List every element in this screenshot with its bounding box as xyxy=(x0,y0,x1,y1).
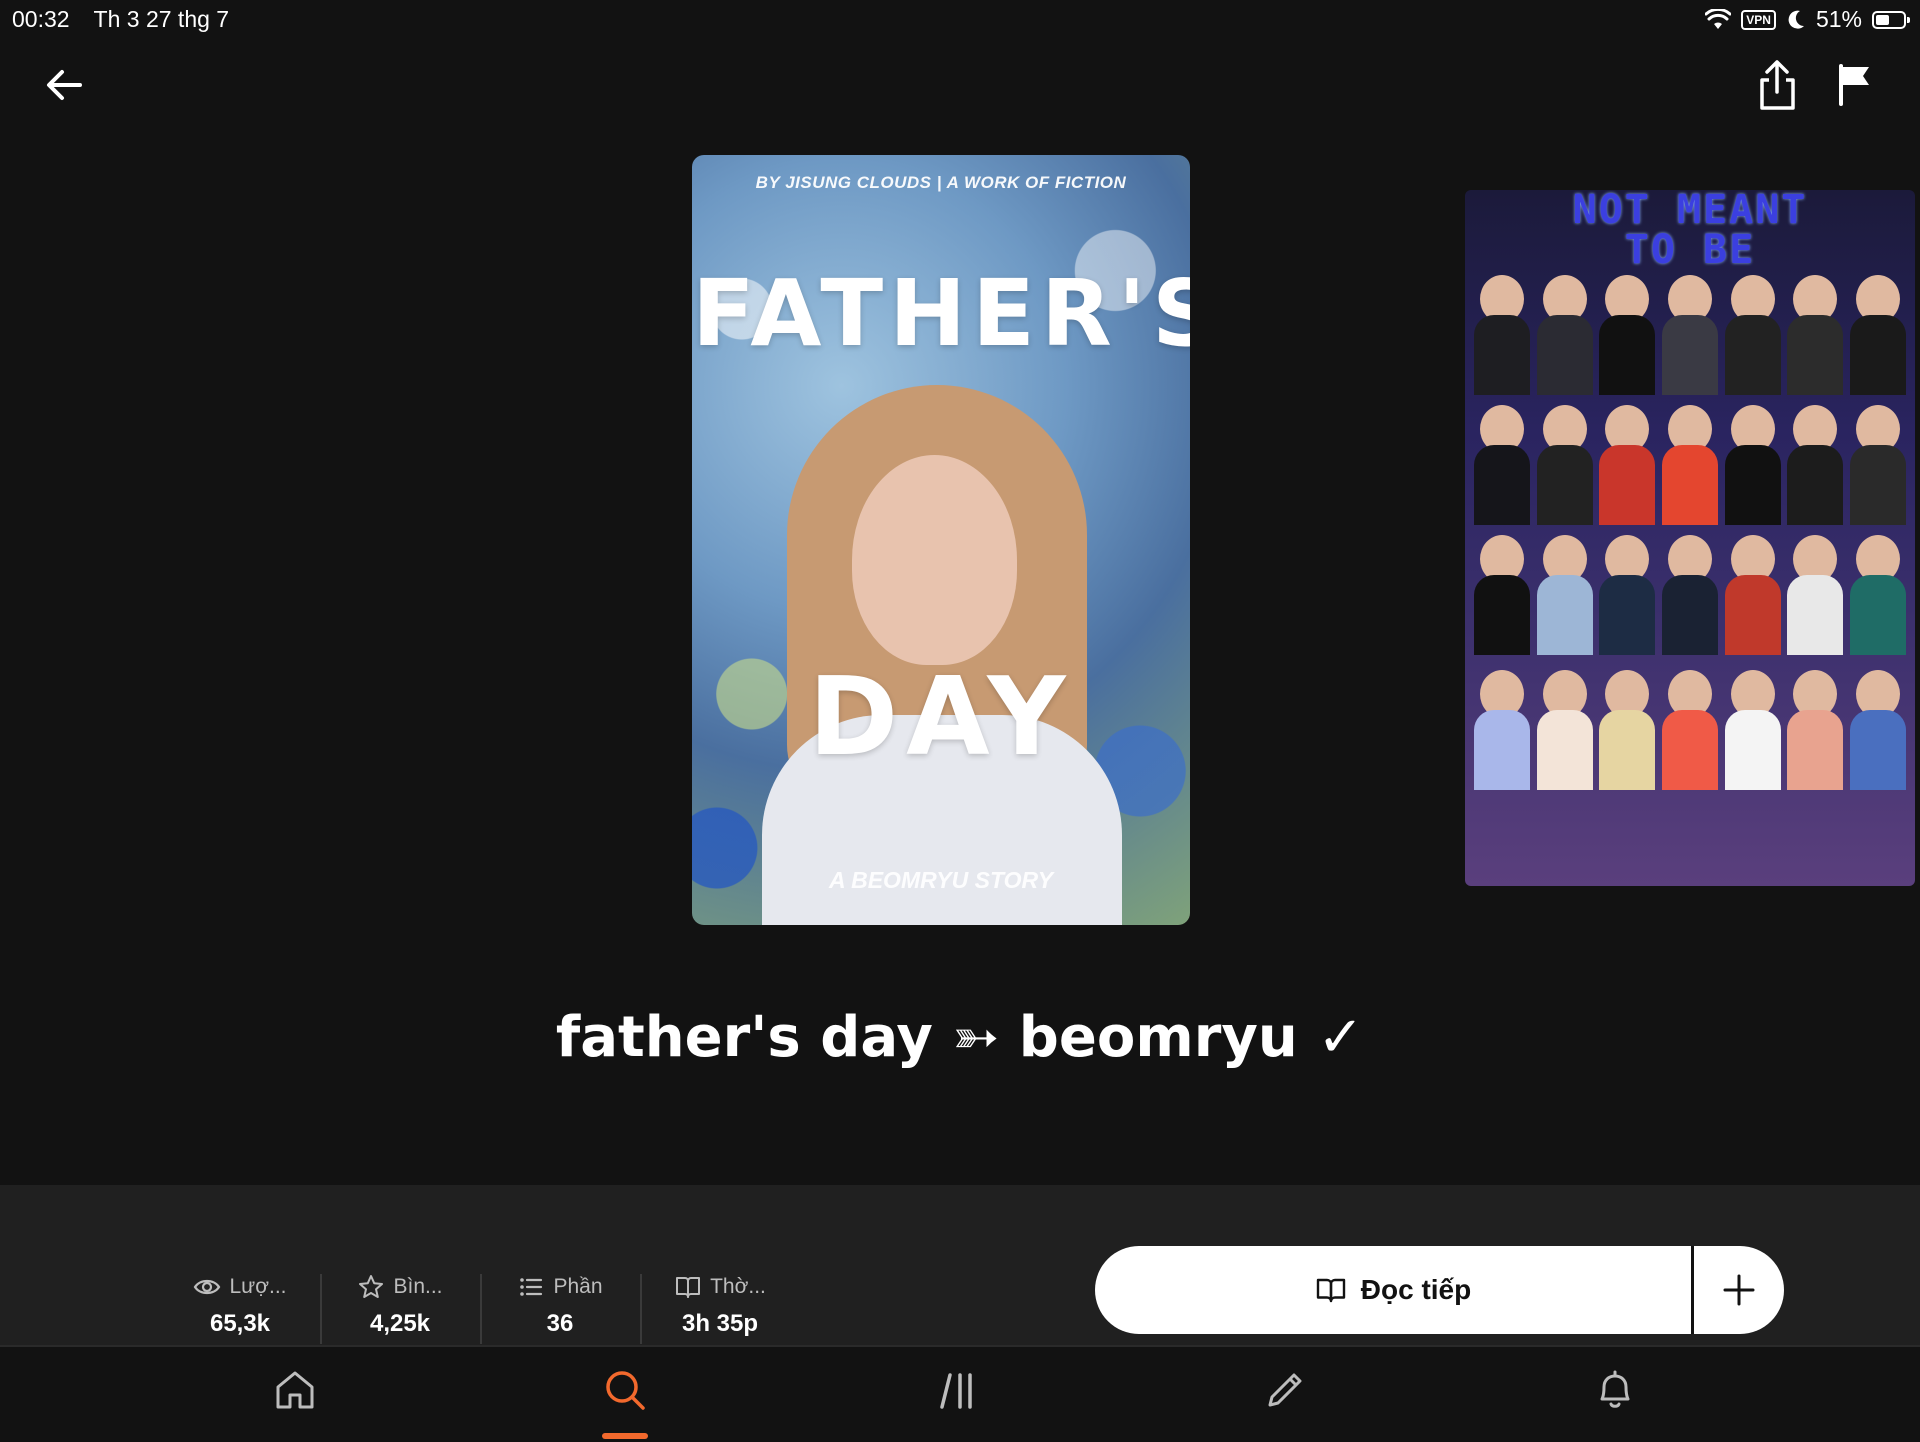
tab-home[interactable] xyxy=(265,1367,325,1422)
stat-parts-value: 36 xyxy=(546,1310,574,1337)
home-icon xyxy=(276,1371,314,1409)
story-cover[interactable]: BY JISUNG CLOUDS | A WORK OF FICTION FAT… xyxy=(692,155,1190,925)
bell-icon xyxy=(1600,1370,1630,1408)
tab-library[interactable] xyxy=(927,1367,987,1422)
stat-time-label-row: Thờ... xyxy=(650,1272,790,1302)
stat-votes-label-row: Bìn... xyxy=(330,1272,470,1302)
plus-icon xyxy=(1723,1274,1755,1306)
list-icon xyxy=(520,1278,543,1296)
flag-icon xyxy=(1839,64,1869,106)
share-icon xyxy=(1760,60,1795,110)
cover-footer: A BEOMRYU STORY xyxy=(828,867,1054,893)
next-story-cover[interactable]: NOT MEANT TO BE xyxy=(1465,190,1915,886)
status-bar: 00:32 Th 3 27 thg 7 VPN 51% xyxy=(0,0,1920,40)
stat-reading-time[interactable]: Thờ... 3h 35p xyxy=(650,1272,790,1338)
tab-write[interactable] xyxy=(1255,1367,1315,1422)
stat-votes[interactable]: Bìn... 4,25k xyxy=(330,1272,470,1338)
stat-votes-label: Bìn... xyxy=(393,1275,443,1298)
stat-reads-value: 65,3k xyxy=(209,1310,271,1337)
stat-reads-label-row: Lượ... xyxy=(170,1272,310,1302)
status-right: VPN 51% xyxy=(1705,6,1910,33)
next-cover-title: NOT MEANT TO BE xyxy=(1465,190,1915,270)
cover-title-line1: FATHER'S xyxy=(692,260,1190,367)
stat-divider xyxy=(320,1274,322,1344)
cover-crowd-row xyxy=(1465,275,1915,395)
add-to-library-button[interactable] xyxy=(1694,1246,1784,1334)
continue-reading-label: Đọc tiếp xyxy=(1360,1274,1472,1305)
stat-time-label: Thờ... xyxy=(710,1275,766,1298)
tab-search[interactable] xyxy=(595,1367,655,1422)
stat-divider xyxy=(480,1274,482,1344)
tab-notifications[interactable] xyxy=(1585,1367,1645,1422)
next-cover-title-line2: TO BE xyxy=(1624,227,1756,273)
battery-fill xyxy=(1876,14,1890,25)
back-button[interactable] xyxy=(40,60,90,110)
stat-reads[interactable]: Lượ... 65,3k xyxy=(170,1272,310,1338)
search-icon xyxy=(606,1371,645,1410)
pencil-icon xyxy=(1268,1373,1302,1407)
cover-person-face xyxy=(852,455,1017,665)
cover-title-line2: DAY xyxy=(808,655,1074,780)
stat-parts[interactable]: Phần 36 xyxy=(490,1272,630,1338)
next-cover-title-line1: NOT MEANT xyxy=(1572,190,1808,233)
status-time: 00:32 xyxy=(12,6,70,32)
cover-crowd-row xyxy=(1465,670,1915,790)
cover-byline: BY JISUNG CLOUDS | A WORK OF FICTION xyxy=(755,173,1127,192)
vpn-badge: VPN xyxy=(1741,9,1776,30)
stat-divider xyxy=(640,1274,642,1344)
report-button[interactable] xyxy=(1835,62,1875,107)
continue-reading-button[interactable]: Đọc tiếp xyxy=(1095,1246,1691,1334)
arrow-left-icon xyxy=(47,70,82,100)
book-icon xyxy=(676,1277,701,1298)
wifi-icon xyxy=(1705,8,1732,29)
stat-reads-label: Lượ... xyxy=(229,1275,287,1298)
eye-icon xyxy=(194,1279,221,1295)
status-left: 00:32 Th 3 27 thg 7 xyxy=(12,6,247,33)
battery-percent: 51% xyxy=(1815,6,1862,32)
bottom-tab-bar xyxy=(0,1345,1920,1442)
library-icon xyxy=(940,1373,972,1409)
star-icon xyxy=(359,1275,384,1298)
battery-icon xyxy=(1872,10,1910,29)
cover-crowd-row xyxy=(1465,405,1915,525)
cover-crowd-row xyxy=(1465,535,1915,655)
stat-parts-label-row: Phần xyxy=(490,1272,630,1302)
battery-cap xyxy=(1907,16,1910,23)
open-book-icon xyxy=(1316,1278,1345,1303)
status-date: Th 3 27 thg 7 xyxy=(93,6,230,32)
share-button[interactable] xyxy=(1755,58,1800,113)
stat-votes-value: 4,25k xyxy=(369,1310,431,1337)
story-title: father's day ➳ beomryu ✓ xyxy=(555,1005,1365,1070)
active-tab-indicator xyxy=(602,1433,648,1439)
stat-parts-label: Phần xyxy=(553,1275,603,1298)
moon-icon xyxy=(1788,10,1804,29)
stat-time-value: 3h 35p xyxy=(681,1310,759,1337)
